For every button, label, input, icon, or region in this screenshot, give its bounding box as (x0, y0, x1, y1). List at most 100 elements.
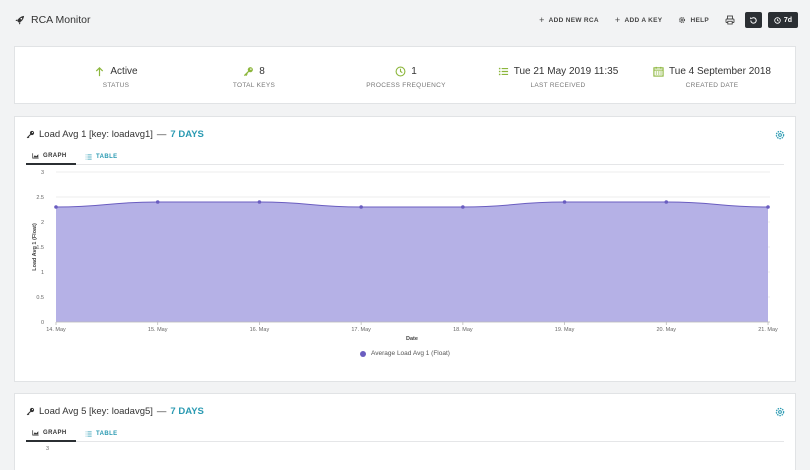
data-point (562, 200, 567, 204)
data-point (664, 200, 669, 204)
data-point (359, 205, 363, 209)
refresh-button[interactable] (745, 12, 762, 28)
x-tick-label: 14. May (46, 327, 66, 333)
add-new-rca-label: ADD NEW RCA (548, 16, 599, 24)
y-tick-label: 3 (41, 170, 44, 176)
legend-marker (360, 350, 367, 357)
tab-graph[interactable]: GRAPH (26, 426, 76, 442)
created-date-stat: Tue 4 September 2018 CREATED DATE (632, 47, 792, 105)
plus-icon: + (539, 15, 545, 25)
x-tick-label: 21. May (758, 327, 778, 333)
panel-title-text: Load Avg 5 [key: loadavg5] (39, 406, 153, 417)
chart-panel-loadavg5: Load Avg 5 [key: loadavg5] — 7 DAYS GRAP… (14, 393, 796, 470)
process-frequency-value: 1 (411, 66, 417, 77)
status-value: Active (110, 66, 138, 77)
tab-table[interactable]: TABLE (83, 149, 118, 165)
total-keys-stat: 8 TOTAL KEYS (174, 47, 334, 105)
y-tick-label: 2 (41, 220, 44, 226)
plus-icon: + (614, 15, 621, 25)
tab-table-label: TABLE (96, 154, 118, 160)
data-point (54, 205, 58, 209)
y-tick-label: 0.5 (36, 295, 44, 301)
refresh-icon (750, 16, 757, 24)
data-point (461, 205, 465, 209)
add-a-key-button[interactable]: + ADD A KEY (615, 12, 663, 28)
tab-graph[interactable]: GRAPH (26, 149, 76, 165)
calendar-icon (653, 66, 664, 77)
gear-icon[interactable] (775, 130, 785, 140)
top-bar: RCA Monitor + ADD NEW RCA + ADD A KEY HE… (0, 0, 810, 42)
help-label: HELP (690, 16, 709, 24)
panel-range-label: 7 DAYS (170, 129, 204, 140)
panel-tabs: GRAPH TABLE (26, 426, 784, 442)
rocket-icon (15, 15, 25, 25)
data-point (257, 200, 262, 204)
printer-icon (725, 15, 735, 25)
x-tick-label: 18. May (453, 327, 473, 333)
arrow-up-icon (96, 66, 104, 77)
legend-label: Average Load Avg 1 (Float) (371, 350, 450, 357)
load-avg-area-chart: 00.511.522.5314. May 15. May 16. May 17. Ma… (32, 170, 778, 342)
panel-title-dash: — (156, 129, 167, 140)
panel-title: Load Avg 1 [key: loadavg1] — 7 DAYS (26, 129, 204, 140)
tab-graph-label: GRAPH (43, 153, 67, 159)
time-range-label: 7d (783, 16, 793, 24)
area-chart-icon (32, 430, 39, 436)
total-keys-label: TOTAL KEYS (232, 82, 276, 89)
panel-title-text: Load Avg 1 [key: loadavg1] (39, 129, 153, 140)
x-tick-label: 20. May (656, 327, 676, 333)
panel-title: Load Avg 5 [key: loadavg5] — 7 DAYS (26, 406, 204, 417)
area-chart-icon (32, 153, 39, 159)
y-axis-title: Load Avg 1 (Float) (32, 223, 38, 271)
summary-card: Active STATUS 8 TOTAL KEYS 1 PROCESS FRE… (14, 46, 796, 104)
help-button[interactable]: HELP (678, 12, 709, 28)
list-icon (85, 154, 92, 160)
clock-icon (395, 66, 406, 77)
key-icon (26, 407, 35, 416)
panel-range-label: 7 DAYS (170, 406, 204, 417)
y-tick-label: 3 (46, 446, 50, 452)
data-point (155, 200, 160, 204)
process-frequency-stat: 1 PROCESS FREQUENCY (326, 47, 486, 105)
last-received-value: Tue 21 May 2019 11:35 (513, 66, 619, 77)
app-brand[interactable]: RCA Monitor (14, 14, 91, 26)
last-received-stat: Tue 21 May 2019 11:35 LAST RECEIVED (478, 47, 638, 105)
gear-icon (679, 16, 686, 24)
y-tick-label: 1 (41, 270, 44, 276)
created-date-label: CREATED DATE (685, 82, 739, 89)
y-tick-label: 2.5 (36, 195, 44, 201)
x-tick-label: 19. May (555, 327, 575, 333)
x-tick-label: 17. May (351, 327, 371, 333)
key-icon (26, 130, 35, 139)
x-axis-title: Date (406, 336, 418, 342)
status-stat: Active STATUS (36, 47, 196, 105)
chart-panel-loadavg1: Load Avg 1 [key: loadavg1] — 7 DAYS GRAP… (14, 116, 796, 382)
tab-graph-label: GRAPH (43, 430, 67, 436)
tab-table[interactable]: TABLE (83, 426, 118, 442)
status-label: STATUS (102, 82, 130, 89)
key-icon (244, 67, 254, 77)
chart-legend[interactable]: Average Load Avg 1 (Float) (15, 350, 795, 357)
add-a-key-label: ADD A KEY (624, 16, 663, 24)
gear-icon[interactable] (775, 407, 785, 417)
total-keys-value: 8 (259, 66, 265, 77)
panel-tabs: GRAPH TABLE (26, 149, 784, 165)
created-date-value: Tue 4 September 2018 (669, 66, 771, 77)
add-new-rca-button[interactable]: + ADD NEW RCA (539, 12, 599, 28)
panel-title-dash: — (156, 406, 167, 417)
process-frequency-label: PROCESS FREQUENCY (366, 82, 446, 89)
series-area (56, 202, 768, 322)
print-button[interactable] (721, 12, 739, 28)
top-nav: + ADD NEW RCA + ADD A KEY HELP 7d (523, 12, 798, 28)
x-tick-label: 16. May (250, 327, 270, 333)
app-title: RCA Monitor (31, 14, 91, 26)
tab-table-label: TABLE (96, 431, 118, 437)
list-icon (85, 431, 92, 437)
time-range-button[interactable]: 7d (768, 12, 798, 28)
data-point (766, 205, 770, 209)
clock-icon (774, 16, 781, 24)
y-tick-label: 0 (41, 320, 44, 326)
x-tick-label: 15. May (148, 327, 168, 333)
last-received-label: LAST RECEIVED (530, 82, 586, 89)
list-icon (498, 67, 508, 76)
